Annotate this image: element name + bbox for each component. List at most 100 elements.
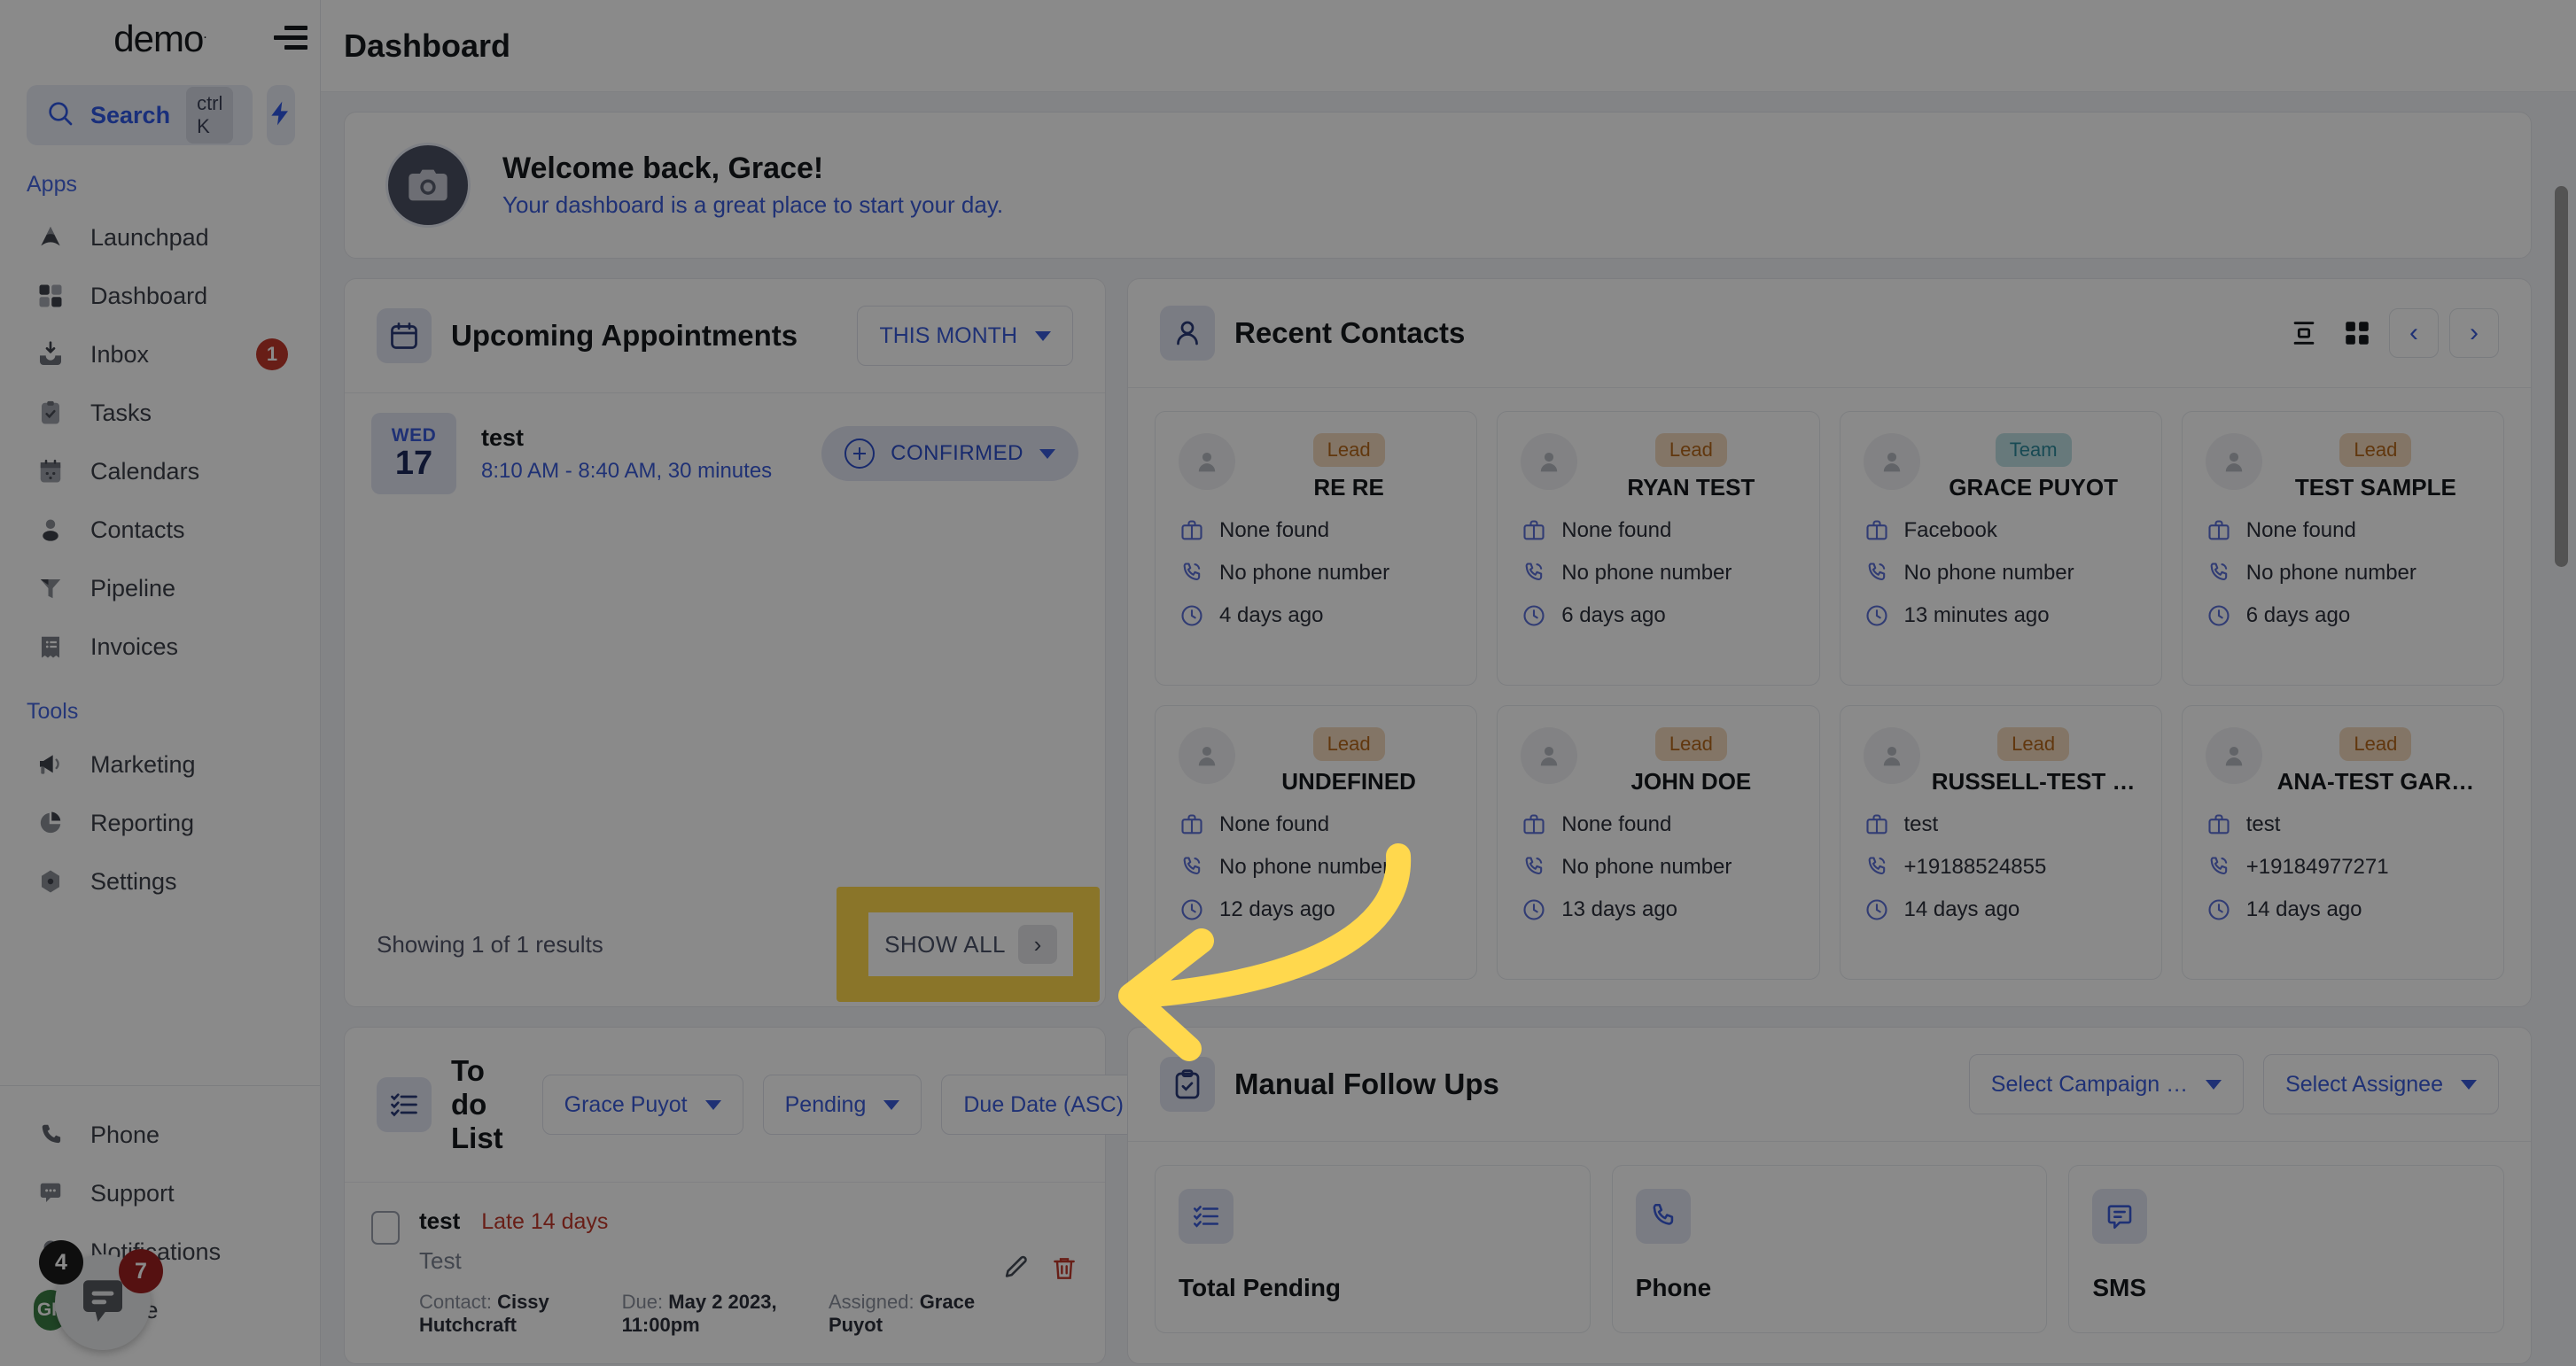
contact-card[interactable]: Lead RE RE None found No phone number 4 … <box>1155 411 1478 686</box>
todo-item[interactable]: test Late 14 days Test Contact: Cissy Hu… <box>345 1183 1105 1363</box>
followups-campaign-select[interactable]: Select Campaign … <box>1968 1054 2245 1114</box>
clock-icon <box>1864 602 1890 629</box>
contact-time-line: 13 minutes ago <box>1864 602 2138 629</box>
contact-company-line: None found <box>1521 811 1795 838</box>
phone-icon <box>1635 1189 1691 1244</box>
followup-card[interactable]: Total Pending <box>1155 1165 1591 1333</box>
todo-item-late-badge: Late 14 days <box>481 1209 609 1234</box>
contact-card-top: Team GRACE PUYOT <box>1863 433 2138 501</box>
contacts-next-button[interactable]: › <box>2449 308 2499 358</box>
scrollbar-thumb[interactable] <box>2555 186 2568 567</box>
clock-icon <box>1179 602 1205 629</box>
briefcase-icon <box>1864 517 1890 544</box>
contact-card[interactable]: Lead TEST SAMPLE None found No phone num… <box>2181 411 2504 686</box>
grid-view-icon[interactable] <box>2336 312 2378 354</box>
contact-card[interactable]: Lead ANA-TEST GAR… test +19184977271 14 … <box>2181 705 2504 980</box>
sidebar-item-label: Tasks <box>90 399 152 426</box>
contacts-grid: Lead RE RE None found No phone number 4 … <box>1128 388 2531 1006</box>
followups-header: Manual Follow Ups Select Campaign … Sele… <box>1128 1028 2531 1142</box>
contact-card-top: Lead TEST SAMPLE <box>2205 433 2480 501</box>
sidebar-item-phone[interactable]: Phone <box>0 1106 320 1164</box>
chevron-down-icon <box>704 1099 721 1110</box>
sidebar-item-calendars[interactable]: Calendars <box>0 442 320 501</box>
contact-name: RUSSELL-TEST … <box>1931 768 2136 795</box>
todo-due-label: Due: <box>621 1291 664 1313</box>
followup-card[interactable]: Phone <box>1611 1165 2048 1333</box>
appointment-row[interactable]: WED 17 test 8:10 AM - 8:40 AM, 30 minute… <box>371 413 1078 494</box>
followup-card-label: SMS <box>2092 1274 2147 1301</box>
sidebar-item-tasks[interactable]: Tasks <box>0 384 320 442</box>
todo-checkbox[interactable] <box>371 1211 400 1245</box>
clipboard-check-icon <box>1160 1057 1215 1112</box>
followups-assignee-select[interactable]: Select Assignee <box>2263 1054 2499 1114</box>
dashboard-row-2: To do List Grace Puyot Pending Due Date … <box>344 1027 2532 1364</box>
contacts-prev-button[interactable]: ‹ <box>2389 308 2439 358</box>
todo-list-panel: To do List Grace Puyot Pending Due Date … <box>344 1027 1179 1364</box>
status-badge: Lead <box>2339 727 2412 761</box>
camera-icon[interactable] <box>385 143 471 228</box>
contact-phone-line: No phone number <box>1864 560 2138 586</box>
chat-badge-dark: 4 <box>39 1240 83 1285</box>
todo-assigned-label: Assigned: <box>828 1291 914 1313</box>
user-icon <box>34 513 67 547</box>
contact-card-top: Lead ANA-TEST GAR… <box>2205 727 2480 796</box>
todo-item-description: Test <box>419 1247 462 1274</box>
contact-phone: No phone number <box>1219 561 1390 585</box>
sidebar-item-pipeline[interactable]: Pipeline <box>0 559 320 617</box>
appointment-status-dropdown[interactable]: CONFIRMED <box>821 426 1078 481</box>
sidebar-item-label: Dashboard <box>90 282 208 309</box>
contact-time: 13 minutes ago <box>1903 603 2050 627</box>
edit-icon[interactable] <box>1000 1253 1031 1288</box>
brand-text: demo <box>113 18 204 59</box>
recent-contacts-panel: Recent Contacts ‹ › Lead RE RE None foun… <box>1127 278 2532 1007</box>
contact-card[interactable]: Team GRACE PUYOT Facebook No phone numbe… <box>1839 411 2162 686</box>
sidebar-item-contacts[interactable]: Contacts <box>0 501 320 559</box>
contact-card[interactable]: Lead UNDEFINED None found No phone numbe… <box>1155 705 1478 980</box>
sidebar-item-support[interactable]: Support <box>0 1164 320 1222</box>
appointment-time: 8:10 AM - 8:40 AM, 30 minutes <box>481 458 773 483</box>
contact-card-meta: Lead RUSSELL-TEST … <box>1929 727 2138 796</box>
sidebar-item-invoices[interactable]: Invoices <box>0 617 320 676</box>
sidebar-item-profile[interactable]: GP Profile <box>0 1281 320 1339</box>
phone-icon <box>1179 854 1205 881</box>
todo-assignee-select[interactable]: Grace Puyot <box>541 1075 743 1135</box>
contact-phone: No phone number <box>1219 855 1390 879</box>
contact-company-line: None found <box>1521 517 1795 544</box>
clock-icon <box>2206 602 2232 629</box>
contact-name: JOHN DOE <box>1630 768 1752 795</box>
page-title: Dashboard <box>344 27 511 64</box>
contact-card[interactable]: Lead RUSSELL-TEST … test +19188524855 14… <box>1839 705 2162 980</box>
todo-status-select[interactable]: Pending <box>762 1075 922 1135</box>
quick-actions-button[interactable] <box>267 85 296 145</box>
followup-card[interactable]: SMS <box>2068 1165 2504 1333</box>
sidebar-item-marketing[interactable]: Marketing <box>0 735 320 794</box>
phone-icon <box>1179 560 1205 586</box>
todo-assignee-value: Grace Puyot <box>564 1091 688 1117</box>
sidebar-item-launchpad[interactable]: Launchpad <box>0 208 320 267</box>
appointments-range-select[interactable]: THIS MONTH <box>857 306 1073 366</box>
sidebar-collapse-icon[interactable] <box>267 19 307 55</box>
invoice-icon <box>34 630 67 664</box>
sidebar-item-dashboard[interactable]: Dashboard <box>0 267 320 325</box>
page-scrollbar[interactable] <box>2551 186 2571 1366</box>
chat-widget[interactable]: 4 7 <box>39 1240 163 1350</box>
contact-name: RYAN TEST <box>1627 474 1755 501</box>
calendar-icon <box>377 308 432 363</box>
show-all-button[interactable]: SHOW ALL › <box>868 912 1073 976</box>
briefcase-icon <box>1521 811 1547 838</box>
calendar-icon <box>34 454 67 488</box>
trash-icon[interactable] <box>1050 1254 1078 1287</box>
welcome-banner: Welcome back, Grace! Your dashboard is a… <box>344 112 2532 259</box>
list-view-icon[interactable] <box>2283 312 2325 354</box>
sidebar-item-settings[interactable]: Settings <box>0 852 320 911</box>
contact-card[interactable]: Lead JOHN DOE None found No phone number… <box>1497 705 1820 980</box>
sidebar-item-reporting[interactable]: Reporting <box>0 794 320 852</box>
contact-company-line: None found <box>1179 811 1453 838</box>
sidebar-item-label: Settings <box>90 867 177 895</box>
contact-card[interactable]: Lead RYAN TEST None found No phone numbe… <box>1497 411 1820 686</box>
briefcase-icon <box>2206 811 2232 838</box>
sidebar-item-inbox[interactable]: Inbox 1 <box>0 325 320 384</box>
lightning-icon <box>267 99 295 132</box>
search-input[interactable]: Search ctrl K <box>27 85 253 145</box>
user-icon <box>1160 306 1215 361</box>
